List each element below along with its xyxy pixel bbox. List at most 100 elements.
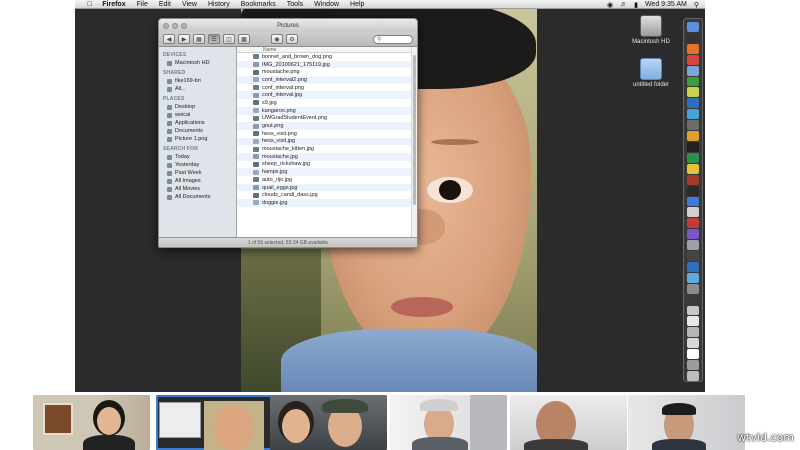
quicklook-button[interactable]: ◉ bbox=[271, 34, 283, 44]
app-icon[interactable] bbox=[687, 174, 699, 185]
app-icon[interactable] bbox=[687, 349, 699, 360]
volume-icon[interactable]: ♬ bbox=[620, 1, 627, 8]
menu-bookmarks[interactable]: Bookmarks bbox=[241, 1, 276, 8]
coverflow-button[interactable]: ▩ bbox=[238, 34, 250, 44]
participant-thumbnail[interactable] bbox=[270, 395, 387, 450]
sidebar-item-today[interactable]: Today bbox=[159, 153, 236, 161]
sidebar-item-all-movies[interactable]: All Movies bbox=[159, 185, 236, 193]
file-row[interactable]: auto_rijo.jpg bbox=[237, 176, 417, 184]
app-icon[interactable] bbox=[687, 207, 699, 218]
file-row[interactable]: kangaroo.png bbox=[237, 106, 417, 115]
wifi-icon[interactable]: ◉ bbox=[607, 1, 613, 9]
app-icon[interactable] bbox=[687, 283, 699, 294]
battery-icon[interactable]: ▮ bbox=[634, 1, 638, 9]
trash-icon[interactable] bbox=[687, 371, 699, 381]
participant-thumbnail[interactable] bbox=[510, 395, 627, 450]
sidebar-item-documents[interactable]: Documents bbox=[159, 127, 236, 135]
app-icon[interactable] bbox=[687, 76, 699, 87]
app-icon[interactable] bbox=[687, 316, 699, 327]
sidebar-item-all-documents[interactable]: All Documents bbox=[159, 193, 236, 201]
menu-help[interactable]: Help bbox=[350, 1, 364, 8]
file-row[interactable]: moustache.jpg bbox=[237, 152, 417, 161]
participant-thumbnail[interactable] bbox=[628, 395, 745, 450]
app-icon[interactable] bbox=[687, 98, 699, 109]
app-icon[interactable] bbox=[687, 305, 699, 316]
app-icon[interactable] bbox=[687, 261, 699, 272]
sidebar-item-applications[interactable]: Applications bbox=[159, 119, 236, 127]
apple-icon[interactable]:  bbox=[87, 1, 92, 8]
app-icon[interactable] bbox=[687, 327, 699, 338]
sidebar-item-shared-all[interactable]: All... bbox=[159, 85, 236, 93]
app-icon[interactable] bbox=[687, 152, 699, 163]
file-row[interactable]: moustache.png bbox=[237, 68, 417, 76]
sidebar-item-all-images[interactable]: All Images bbox=[159, 177, 236, 185]
sidebar-item-desktop[interactable]: Desktop bbox=[159, 103, 236, 111]
sidebar-item-picture[interactable]: Picture 1.png bbox=[159, 135, 236, 143]
participant-thumbnail[interactable] bbox=[390, 395, 507, 450]
file-row[interactable]: gout.png bbox=[237, 122, 417, 130]
app-icon[interactable] bbox=[687, 338, 699, 349]
file-row[interactable]: sheep_rickshaw.jpg bbox=[237, 161, 417, 169]
app-icon[interactable] bbox=[687, 229, 699, 240]
app-icon[interactable] bbox=[687, 131, 699, 141]
menu-window[interactable]: Window bbox=[314, 1, 339, 8]
file-row[interactable]: UWGradStudentEvent.png bbox=[237, 115, 417, 123]
file-row[interactable]: bonnet_and_brown_dog.png bbox=[237, 53, 417, 61]
app-icon[interactable] bbox=[687, 218, 699, 229]
action-button[interactable]: ⚙ bbox=[286, 34, 298, 44]
app-icon[interactable] bbox=[687, 87, 699, 98]
app-icon[interactable] bbox=[687, 360, 699, 370]
sidebar-item-past-week[interactable]: Past Week bbox=[159, 169, 236, 177]
app-icon[interactable] bbox=[687, 196, 699, 207]
chrome-icon[interactable] bbox=[687, 54, 699, 65]
file-row[interactable]: conf_interval.png bbox=[237, 84, 417, 92]
menu-history[interactable]: History bbox=[208, 1, 230, 8]
dashboard-icon[interactable] bbox=[687, 32, 699, 43]
firefox-icon[interactable] bbox=[687, 43, 699, 54]
file-row[interactable]: hess_visit.jpg bbox=[237, 137, 417, 146]
menu-clock[interactable]: Wed 9:35 AM bbox=[645, 1, 687, 8]
app-icon[interactable] bbox=[687, 272, 699, 283]
desktop-icon-hard-drive[interactable]: Macintosh HD bbox=[623, 15, 679, 45]
column-view-button[interactable]: ◫ bbox=[223, 34, 235, 44]
file-row[interactable]: hamps.jpg bbox=[237, 168, 417, 176]
file-row[interactable]: hess_visit.png bbox=[237, 130, 417, 138]
mail-icon[interactable] bbox=[687, 65, 699, 76]
menu-app-name[interactable]: Firefox bbox=[102, 1, 125, 8]
file-row[interactable]: conf_interval2.png bbox=[237, 76, 417, 84]
app-icon[interactable] bbox=[687, 294, 699, 305]
file-row[interactable]: clouds_candi_dass.jpg bbox=[237, 191, 417, 199]
file-row[interactable]: moustache_kitten.jpg bbox=[237, 145, 417, 153]
forward-button[interactable]: ▶ bbox=[178, 34, 190, 44]
file-row[interactable]: quail_eggs.jpg bbox=[237, 183, 417, 192]
file-row[interactable]: doggie.jpg bbox=[237, 199, 417, 207]
vertical-scrollbar[interactable] bbox=[411, 47, 417, 237]
app-icon[interactable] bbox=[687, 163, 699, 174]
icon-view-button[interactable]: ▦ bbox=[193, 34, 205, 44]
sidebar-item-yesterday[interactable]: Yesterday bbox=[159, 161, 236, 169]
spotlight-icon[interactable]: ⚲ bbox=[694, 1, 699, 9]
desktop-icon-folder[interactable]: untitled folder bbox=[623, 58, 679, 88]
file-row[interactable]: IMG_20100621_175119.jpg bbox=[237, 60, 417, 69]
app-icon[interactable] bbox=[687, 251, 699, 261]
terminal-icon[interactable] bbox=[687, 141, 699, 152]
app-icon[interactable] bbox=[687, 120, 699, 131]
app-icon[interactable] bbox=[687, 109, 699, 120]
menu-file[interactable]: File bbox=[137, 1, 148, 8]
sidebar-item-home[interactable]: weicai bbox=[159, 111, 236, 119]
app-icon[interactable] bbox=[687, 240, 699, 251]
menu-edit[interactable]: Edit bbox=[159, 1, 171, 8]
menu-tools[interactable]: Tools bbox=[287, 1, 303, 8]
back-button[interactable]: ◀ bbox=[163, 34, 175, 44]
file-row[interactable]: conf_interval.jpg bbox=[237, 91, 417, 100]
menu-view[interactable]: View bbox=[182, 1, 197, 8]
app-icon[interactable] bbox=[687, 185, 699, 196]
participant-thumbnail[interactable] bbox=[33, 395, 150, 450]
search-input[interactable]: ⚲ bbox=[373, 34, 413, 44]
sidebar-item-macintosh-hd[interactable]: Macintosh HD bbox=[159, 59, 236, 67]
finder-icon[interactable] bbox=[687, 22, 699, 32]
finder-titlebar[interactable]: Pictures bbox=[159, 19, 417, 32]
list-view-button[interactable]: ☰ bbox=[208, 34, 220, 44]
scroll-thumb[interactable] bbox=[413, 55, 416, 205]
participant-thumbnail-screen-share[interactable] bbox=[156, 395, 273, 450]
